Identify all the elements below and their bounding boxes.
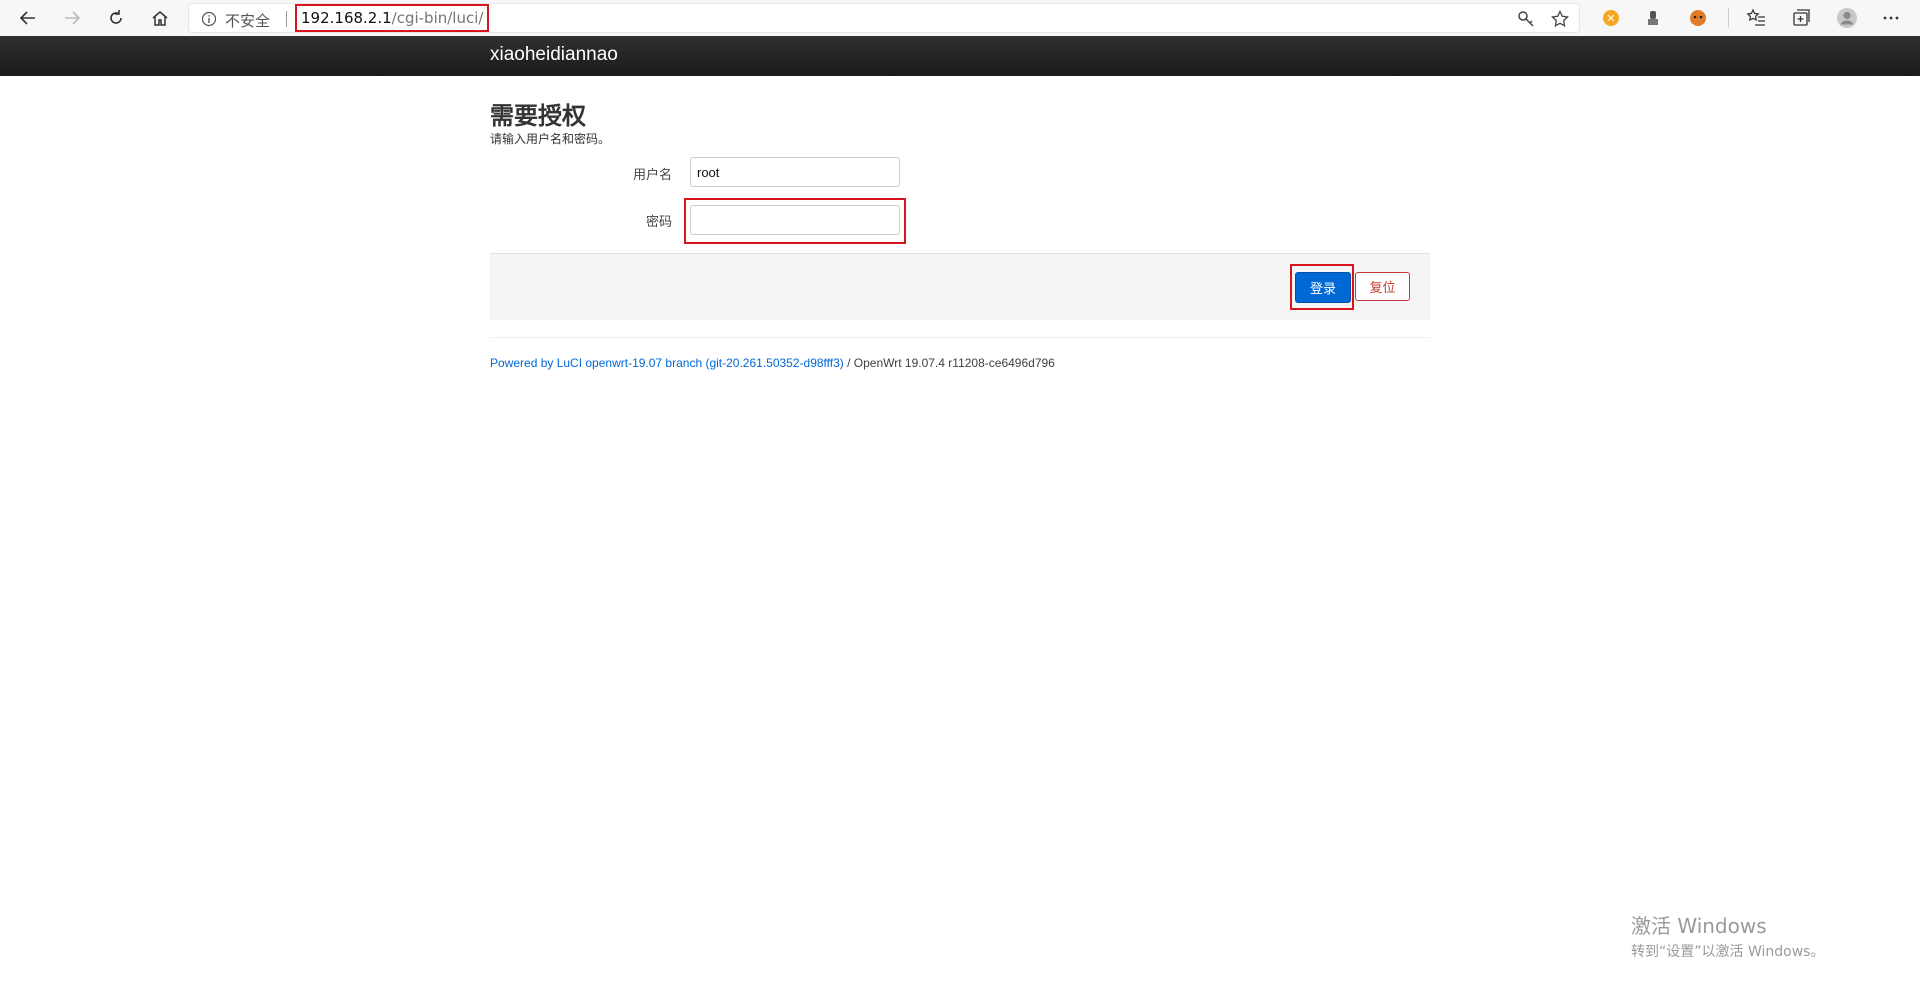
footer: Powered by LuCI openwrt-19.07 branch (gi… — [490, 356, 1055, 370]
star-icon[interactable] — [1551, 10, 1569, 28]
insecure-label[interactable]: 不安全 — [225, 10, 270, 31]
browser-toolbar: 不安全 192.168.2.1/cgi-bin/luci/ ✕ — [0, 0, 1920, 37]
reset-button[interactable]: 复位 — [1355, 272, 1410, 301]
extension-orange-icon[interactable]: ✕ — [1601, 8, 1621, 28]
openwrt-version: / OpenWrt 19.07.4 r11208-ce6496d796 — [843, 356, 1055, 370]
forward-button[interactable] — [57, 3, 87, 33]
form-actions — [490, 253, 1430, 320]
extension-figure-icon[interactable] — [1643, 8, 1663, 28]
footer-divider — [490, 337, 1430, 338]
windows-activation-watermark: 激活 Windows 转到“设置”以激活 Windows。 — [1631, 910, 1824, 961]
page-description: 请输入用户名和密码。 — [490, 132, 611, 146]
refresh-button[interactable] — [101, 3, 131, 33]
url-highlight[interactable]: 192.168.2.1/cgi-bin/luci/ — [295, 4, 490, 32]
brand-title[interactable]: xiaoheidiannao — [490, 44, 618, 66]
home-button[interactable] — [145, 3, 175, 33]
collections-icon[interactable] — [1791, 8, 1811, 28]
arrow-right-icon — [65, 11, 81, 25]
home-icon — [152, 11, 168, 26]
more-icon[interactable] — [1881, 8, 1901, 28]
password-label: 密码 — [645, 215, 672, 230]
toolbar-divider — [1728, 8, 1729, 28]
url-path: /cgi-bin/luci/ — [391, 9, 484, 27]
luci-link[interactable]: Powered by LuCI openwrt-19.07 branch (gi… — [490, 356, 844, 370]
svg-text:✕: ✕ — [1606, 12, 1615, 25]
password-input[interactable] — [690, 205, 900, 235]
info-icon[interactable] — [201, 11, 217, 27]
page-title: 需要授权 — [490, 102, 586, 130]
username-label: 用户名 — [632, 168, 672, 183]
watermark-subtitle: 转到“设置”以激活 Windows。 — [1631, 944, 1825, 960]
username-input[interactable] — [690, 157, 900, 187]
luci-header: xiaoheidiannao — [0, 36, 1920, 76]
profile-avatar-icon[interactable] — [1836, 7, 1858, 29]
refresh-icon — [110, 10, 122, 24]
arrow-left-icon — [19, 11, 35, 25]
watermark-title: 激活 Windows — [1631, 914, 1767, 938]
address-bar[interactable]: 不安全 192.168.2.1/cgi-bin/luci/ — [188, 3, 1580, 33]
url-host: 192.168.2.1 — [301, 9, 392, 27]
key-icon[interactable] — [1517, 10, 1535, 28]
favorites-icon[interactable] — [1746, 8, 1766, 28]
back-button[interactable] — [13, 3, 43, 33]
extension-face-icon[interactable] — [1688, 8, 1708, 28]
address-separator — [286, 11, 287, 27]
login-button[interactable]: 登录 — [1295, 272, 1351, 303]
